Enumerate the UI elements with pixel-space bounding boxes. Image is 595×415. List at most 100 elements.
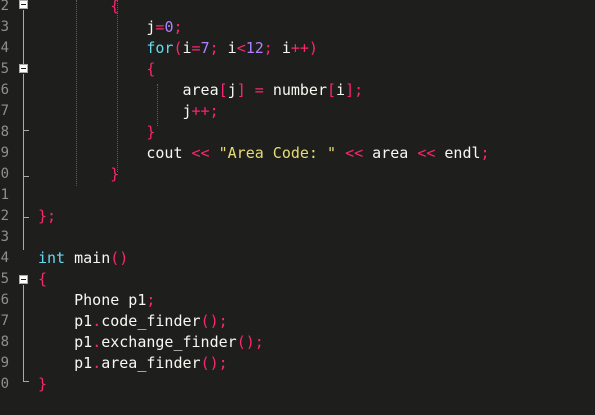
line-number: 0 (0, 164, 12, 185)
code-token: ; (47, 207, 57, 225)
code-token: . (92, 312, 102, 330)
code-line: { (38, 0, 119, 17)
code-token: ++) (290, 39, 318, 57)
line-number-text: 1 (0, 187, 9, 203)
code-line: cout << "Area Code: " << area << endl; (38, 143, 490, 164)
fold-end-marker (23, 381, 29, 382)
code-token: i (227, 39, 237, 57)
code-line: } (38, 374, 47, 395)
line-number: 0 (0, 374, 12, 395)
code-token: } (146, 123, 156, 141)
code-token: Phone p1 (38, 291, 147, 309)
code-line: Phone p1; (38, 290, 155, 311)
fold-range-line (23, 74, 24, 250)
code-token: 7 (200, 39, 210, 57)
code-token: ; (480, 144, 490, 162)
code-line: { (38, 269, 47, 290)
code-token: main (65, 249, 111, 267)
line-number: 7 (0, 101, 12, 122)
code-token: p1 (38, 312, 93, 330)
line-number-text: 8 (0, 334, 9, 350)
code-token: ; (263, 39, 282, 57)
line-number-text: 2 (0, 0, 9, 14)
line-number: 9 (0, 353, 12, 374)
line-number-text: 7 (0, 103, 9, 119)
code-token: j (227, 81, 237, 99)
code-line: } (38, 164, 119, 185)
line-number-text: 2 (0, 208, 9, 224)
line-number-text: 3 (0, 229, 9, 245)
code-line: int main() (38, 248, 128, 269)
fold-range-line (23, 285, 24, 381)
code-token: << (417, 144, 436, 162)
line-number-text: 7 (0, 313, 9, 329)
code-token: } (38, 207, 48, 225)
code-token: cout (38, 144, 192, 162)
code-line: area[j] = number[i]; (38, 80, 363, 101)
line-number: 6 (0, 290, 12, 311)
code-editor[interactable]: 2345678901234567890 { j=0; for(i=7; i<12… (0, 0, 595, 415)
code-line: j++; (38, 101, 219, 122)
code-token: } (110, 165, 120, 183)
code-token: ; (146, 291, 156, 309)
code-line: p1.code_finder(); (38, 311, 228, 332)
line-number-gutter: 2 3 4 5 6 7 8 9 0 1 2 3 4 5 6 7 8 9 0 (0, 0, 30, 415)
code-token: j (38, 102, 192, 120)
line-number: 1 (0, 185, 12, 206)
code-line: } (38, 122, 155, 143)
line-number: 8 (0, 122, 12, 143)
code-token: j (38, 18, 156, 36)
code-token: { (110, 0, 120, 15)
code-token: [ (218, 81, 228, 99)
code-line: }; (38, 206, 56, 227)
code-line: { (38, 59, 155, 80)
code-token: ; (209, 39, 228, 57)
fold-toggle-icon[interactable] (19, 64, 28, 73)
code-token: [ (327, 81, 337, 99)
code-token: p1 (38, 354, 93, 372)
line-number-text: 4 (0, 40, 9, 56)
code-token: number (272, 81, 327, 99)
fold-end-marker (23, 217, 29, 218)
fold-toggle-icon[interactable] (19, 275, 28, 284)
line-number-text: 8 (0, 124, 9, 140)
code-token: "Area Code: " (218, 144, 337, 162)
code-token: . (92, 333, 102, 351)
code-line: for(i=7; i<12; i++) (38, 38, 318, 59)
code-token: ( (173, 39, 183, 57)
fold-range-line (23, 10, 24, 64)
line-number: 6 (0, 80, 12, 101)
code-line: p1.exchange_finder(); (38, 332, 264, 353)
fold-end-marker (23, 176, 29, 177)
code-token: = (245, 81, 273, 99)
code-token: (); (236, 333, 264, 351)
line-number: 5 (0, 269, 12, 290)
code-token: ++; (191, 102, 219, 120)
code-token: endl (435, 144, 481, 162)
line-number: 2 (0, 0, 12, 17)
line-number: 2 (0, 206, 12, 227)
line-number-text: 3 (0, 19, 9, 35)
line-number-text: 5 (0, 271, 9, 287)
fold-end-marker (23, 130, 29, 131)
code-token: p1 (38, 333, 93, 351)
code-token: 12 (245, 39, 264, 57)
code-token: for (146, 39, 174, 57)
line-number-text: 0 (0, 376, 9, 392)
line-number: 8 (0, 332, 12, 353)
code-token: { (146, 60, 156, 78)
code-token: } (38, 375, 48, 393)
fold-toggle-icon[interactable] (19, 0, 28, 9)
code-token: () (110, 249, 129, 267)
code-line: p1.area_finder(); (38, 353, 228, 374)
code-token: area_finder (101, 354, 201, 372)
code-token: (); (200, 354, 228, 372)
line-number: 7 (0, 311, 12, 332)
code-token: area (38, 81, 219, 99)
